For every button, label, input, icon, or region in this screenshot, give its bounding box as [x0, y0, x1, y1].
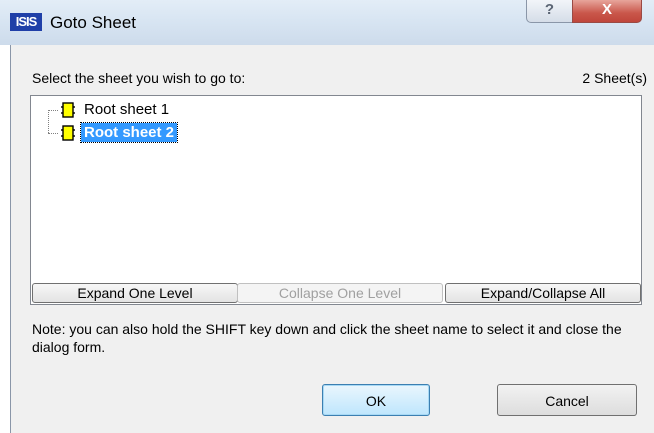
shift-click-note: Note: you can also hold the SHIFT key do… [32, 321, 622, 355]
window-title: Goto Sheet [50, 13, 137, 32]
sheet-icon [61, 102, 75, 118]
dialog-body: Select the sheet you wish to go to: 2 Sh… [10, 45, 654, 433]
expand-one-level-button[interactable]: Expand One Level [32, 283, 238, 303]
collapse-one-level-button[interactable]: Collapse One Level [237, 283, 443, 303]
isis-app-icon: ISIS [10, 13, 42, 31]
help-button[interactable]: ? [526, 0, 573, 23]
tree-node-root-sheet-1[interactable]: Root sheet 1 [81, 100, 172, 119]
sheet-icon [61, 125, 75, 141]
sheet-tree[interactable]: Root sheet 1 Root sheet 2 [30, 95, 642, 305]
prompt-label: Select the sheet you wish to go to: [32, 70, 246, 86]
goto-sheet-dialog: ISIS Goto Sheet ? X Select the sheet you… [0, 0, 654, 433]
title-bar[interactable]: ISIS Goto Sheet ? X [0, 0, 654, 45]
tree-connector-horizontal [48, 133, 58, 134]
tree-connector-horizontal [48, 110, 58, 111]
tree-connector-vertical [48, 110, 49, 133]
ok-button[interactable]: OK [322, 384, 430, 416]
cancel-button[interactable]: Cancel [497, 384, 637, 416]
sheet-count-label: 2 Sheet(s) [582, 70, 647, 86]
tree-node-root-sheet-2[interactable]: Root sheet 2 [79, 122, 179, 143]
expand-collapse-all-button[interactable]: Expand/Collapse All [445, 283, 641, 303]
close-button[interactable]: X [572, 0, 642, 23]
